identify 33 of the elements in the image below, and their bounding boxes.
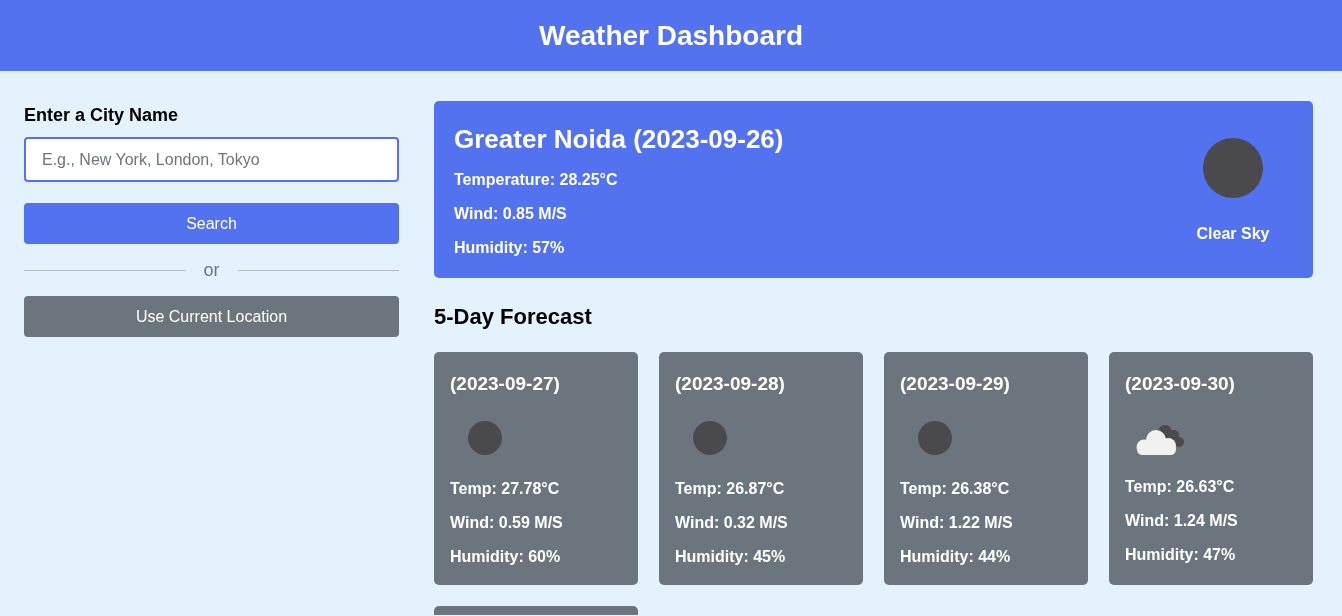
circle-icon <box>693 421 727 455</box>
forecast-detail: Wind: 0.59 M/S <box>450 513 563 533</box>
circle-icon <box>1203 137 1263 198</box>
cloud-icon <box>1134 424 1186 456</box>
page-title: Weather Dashboard <box>539 19 803 52</box>
forecast-detail: Humidity: 44% <box>900 547 1011 567</box>
forecast-detail: Temp: 26.87°C <box>675 479 785 499</box>
forecast-detail: Wind: 1.22 M/S <box>900 513 1013 533</box>
weather-detail: Temperature: 28.25°C <box>454 170 619 190</box>
current-location-button[interactable]: Use Current Location <box>24 296 399 337</box>
search-button[interactable]: Search <box>24 203 399 244</box>
forecast-detail: Temp: 26.38°C <box>900 479 1010 499</box>
city-date-title: Greater Noida (2023-09-26) <box>454 123 784 155</box>
forecast-detail: Temp: 26.63°C <box>1125 477 1235 497</box>
forecast-date: (2023-09-27) <box>450 372 560 396</box>
forecast-date: (2023-09-28) <box>675 372 785 396</box>
circle-icon <box>468 421 502 455</box>
weather-detail: Wind: 0.85 M/S <box>454 204 568 224</box>
or-divider-text: or <box>202 260 221 280</box>
forecast-detail: Wind: 0.32 M/S <box>675 513 788 533</box>
forecast-detail: Humidity: 45% <box>675 547 786 567</box>
circle-icon <box>918 421 952 455</box>
forecast-detail: Humidity: 60% <box>450 547 561 567</box>
city-search-field[interactable]: E.g., New York, London, Tokyo <box>24 137 399 182</box>
weather-detail: Humidity: 57% <box>454 238 566 258</box>
weather-description: Clear Sky <box>1196 223 1270 244</box>
forecast-detail: Humidity: 47% <box>1125 545 1236 565</box>
forecast-detail: Wind: 1.24 M/S <box>1125 511 1238 531</box>
forecast-detail: Temp: 27.78°C <box>450 479 560 499</box>
city-name-label: Enter a City Name <box>24 104 180 126</box>
forecast-heading: 5-Day Forecast <box>434 304 593 330</box>
forecast-date: (2023-09-29) <box>900 372 1010 396</box>
forecast-date: (2023-09-30) <box>1125 372 1235 396</box>
